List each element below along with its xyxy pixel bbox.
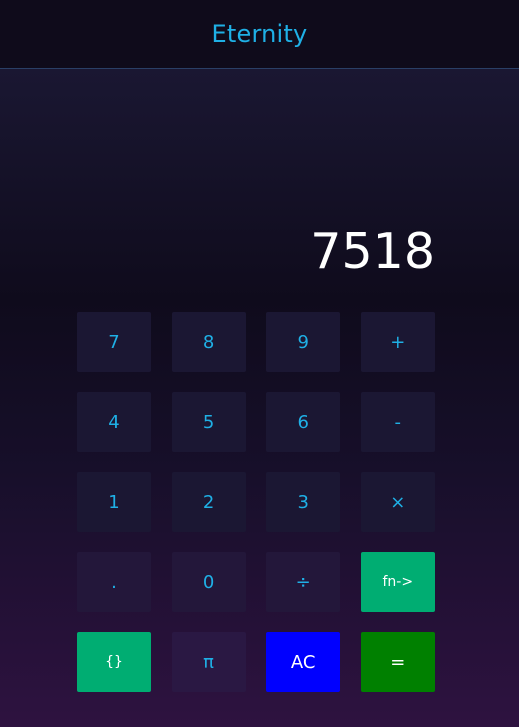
add-button[interactable]: + <box>360 312 435 372</box>
keypad: 7 8 9 + 4 5 6 - 1 2 3 × . 0 ÷ fn-> {} π … <box>77 312 435 692</box>
app-header: Eternity <box>0 0 519 69</box>
digit-4-button[interactable]: 4 <box>77 392 151 452</box>
digit-8-button[interactable]: 8 <box>171 312 246 372</box>
multiply-button[interactable]: × <box>360 472 435 532</box>
digit-2-button[interactable]: 2 <box>171 472 246 532</box>
all-clear-button[interactable]: AC <box>266 632 341 692</box>
digit-7-button[interactable]: 7 <box>77 312 151 372</box>
divide-button[interactable]: ÷ <box>266 552 341 612</box>
decimal-point-button[interactable]: . <box>77 552 151 612</box>
braces-button[interactable]: {} <box>77 632 151 692</box>
digit-0-button[interactable]: 0 <box>171 552 246 612</box>
digit-3-button[interactable]: 3 <box>266 472 341 532</box>
calculator-display: 7518 <box>310 223 435 280</box>
equals-button[interactable]: = <box>360 632 435 692</box>
function-button[interactable]: fn-> <box>360 552 435 612</box>
pi-button[interactable]: π <box>171 632 246 692</box>
digit-6-button[interactable]: 6 <box>266 392 341 452</box>
digit-1-button[interactable]: 1 <box>77 472 151 532</box>
app-title: Eternity <box>211 20 308 48</box>
digit-5-button[interactable]: 5 <box>171 392 246 452</box>
digit-9-button[interactable]: 9 <box>266 312 341 372</box>
subtract-button[interactable]: - <box>360 392 435 452</box>
